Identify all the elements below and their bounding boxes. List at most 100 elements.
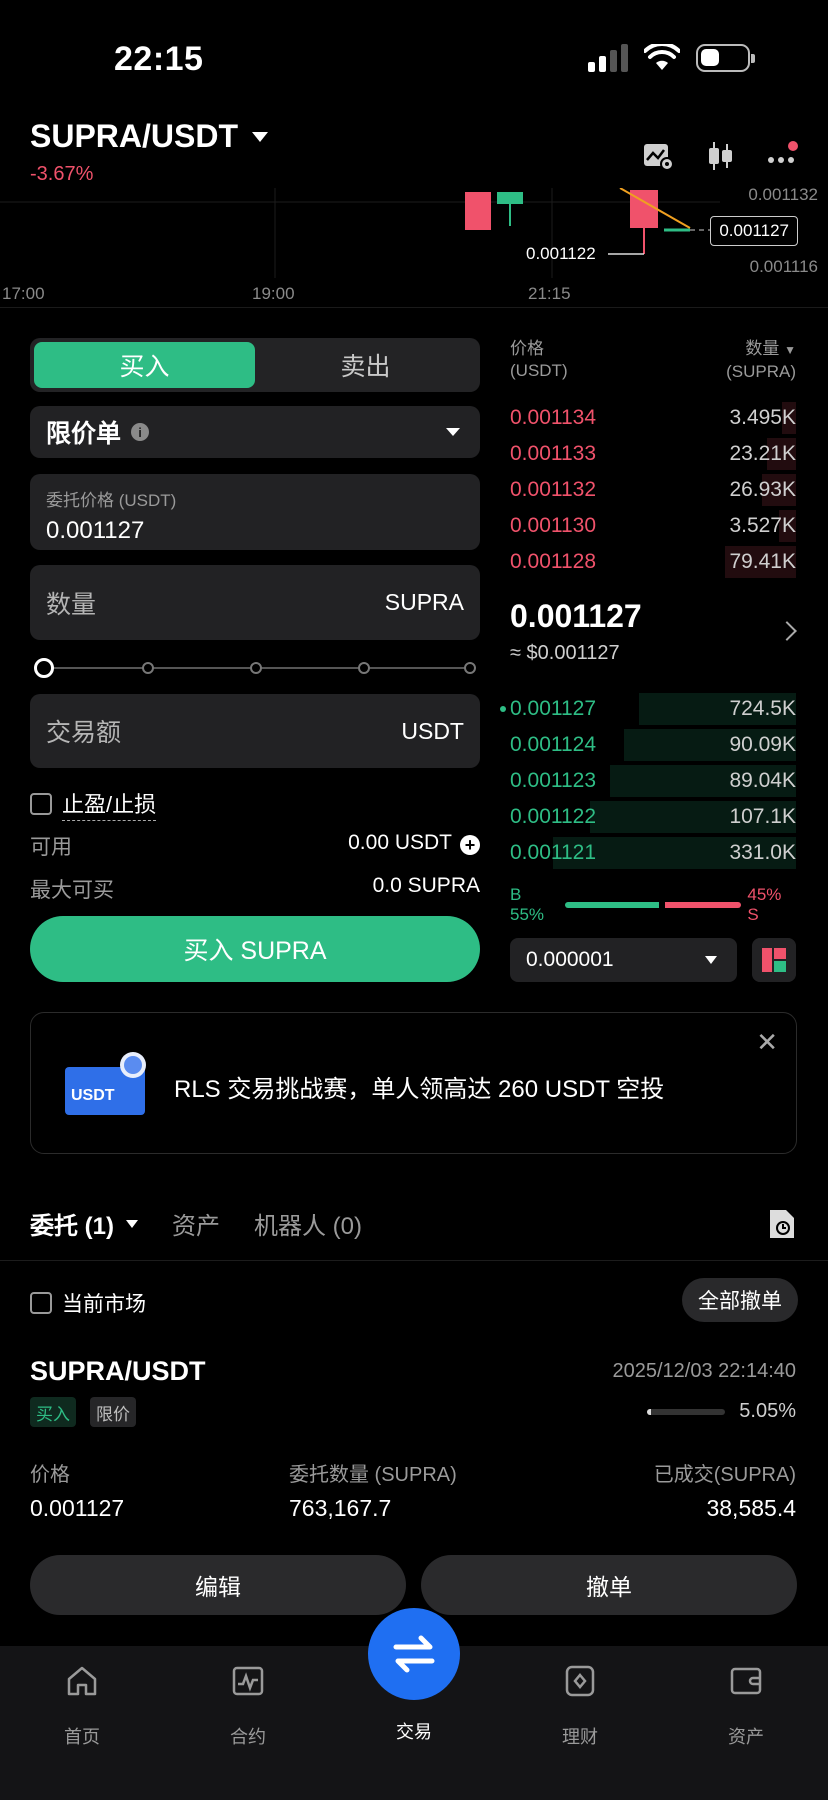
price-chart[interactable]: 0.001122 0.001127 (0, 187, 828, 308)
cancel-order-button[interactable]: 撤单 (421, 1555, 797, 1615)
max-buy-value: 0.0 SUPRA (372, 874, 480, 897)
nav-earn[interactable]: 理财 (520, 1646, 640, 1749)
bid-row[interactable]: 0.001124 90.09K (510, 727, 796, 763)
tab-assets[interactable]: 资产 (172, 1206, 220, 1241)
nav-home[interactable]: 首页 (22, 1646, 142, 1749)
edit-order-button[interactable]: 编辑 (30, 1555, 406, 1615)
orderbook-price: 0.001134 (510, 406, 597, 429)
available-label: 可用 (30, 836, 72, 859)
status-icons (588, 44, 755, 72)
bid-row[interactable]: 0.001121 331.0K (510, 835, 796, 871)
order-qty-value: 763,167.7 (289, 1495, 392, 1521)
orderbook-price: 0.001133 (510, 442, 597, 465)
slider-step[interactable] (250, 662, 262, 674)
quantity-input[interactable]: 数量 SUPRA (30, 565, 480, 640)
orderbook-qty-header[interactable]: 数量 ▼ (SUPRA) (726, 338, 796, 383)
price-input[interactable]: 委托价格 (USDT) 0.001127 (30, 474, 480, 550)
bid-row[interactable]: 0.001122 107.1K (510, 799, 796, 835)
ask-row[interactable]: 0.001128 79.41K (510, 544, 796, 580)
battery-icon (696, 44, 755, 72)
order-price-col: 价格 0.001127 (30, 1458, 124, 1522)
order-history-icon[interactable] (768, 1208, 796, 1240)
order-price-label: 价格 (30, 1464, 70, 1486)
bid-row[interactable]: 0.001123 89.04K (510, 763, 796, 799)
candlestick-icon[interactable] (704, 140, 736, 172)
orderbook-qty: 3.527K (729, 514, 796, 537)
qty-header: 数量 (745, 339, 780, 358)
buy-sell-tabs: 买入 卖出 (30, 338, 480, 392)
ask-row[interactable]: 0.001130 3.527K (510, 508, 796, 544)
more-icon[interactable] (766, 140, 798, 172)
available-value: 0.00 USDT (348, 831, 452, 854)
bid-row[interactable]: 0.001127 724.5K (500, 691, 796, 727)
ask-row[interactable]: 0.001133 23.21K (510, 436, 796, 472)
close-icon[interactable]: ✕ (756, 1027, 778, 1058)
tpsl-toggle[interactable]: 止盈/止损 (30, 787, 157, 821)
tab-sell[interactable]: 卖出 (255, 342, 476, 388)
tab-bots[interactable]: 机器人 (0) (254, 1206, 362, 1241)
slider-step[interactable] (142, 662, 154, 674)
order-filled-col: 已成交(SUPRA) 38,585.4 (654, 1458, 796, 1522)
tab-buy[interactable]: 买入 (34, 342, 255, 388)
precision-select[interactable]: 0.000001 (510, 938, 737, 982)
orderbook-price: 0.001132 (510, 478, 597, 501)
tab-orders[interactable]: 委托 (1) (30, 1206, 138, 1241)
tpsl-label: 止盈/止损 (62, 787, 157, 821)
order-type-select[interactable]: 限价单 i (30, 406, 480, 458)
chevron-right-icon[interactable] (777, 621, 797, 641)
chevron-down-icon (705, 956, 717, 964)
header-actions (642, 140, 798, 172)
info-icon[interactable]: i (131, 423, 150, 441)
nav-earn-label: 理财 (562, 1727, 598, 1747)
amount-unit: USDT (401, 717, 464, 744)
last-price: 0.001127 (510, 598, 642, 634)
order-price-value: 0.001127 (30, 1495, 125, 1521)
slider-step[interactable] (464, 662, 476, 674)
promo-badge: USDT (71, 1087, 115, 1104)
order-qty-label: 委托数量 (SUPRA) (289, 1464, 457, 1486)
current-market-checkbox[interactable] (30, 1292, 52, 1314)
available-value-wrap: 0.00 USDT + (348, 831, 480, 861)
current-market-label: 当前市场 (62, 1293, 146, 1316)
sell-ratio-label: 45% S (747, 885, 782, 924)
promo-banner[interactable]: USDT RLS 交易挑战赛，单人领高达 260 USDT 空投 ✕ (30, 1012, 797, 1154)
add-funds-icon[interactable]: + (460, 835, 480, 855)
quantity-unit: SUPRA (384, 589, 464, 615)
pair-title: SUPRA/USDT (30, 118, 239, 154)
price-unit: (USDT) (510, 361, 568, 380)
max-buy-row: 最大可买 0.0 SUPRA (30, 874, 480, 904)
price-change: -3.67% (30, 163, 94, 185)
pair-selector[interactable]: SUPRA/USDT (30, 118, 269, 155)
buy-ratio-label: B 55% (510, 885, 545, 924)
sell-ratio-bar (664, 902, 742, 908)
chevron-down-icon (126, 1219, 138, 1228)
price-input-value[interactable]: 0.001127 (46, 517, 464, 545)
quantity-slider[interactable] (34, 658, 476, 678)
slider-thumb[interactable] (34, 658, 54, 678)
cancel-all-button[interactable]: 全部撤单 (682, 1278, 798, 1322)
trade-fab-button[interactable] (368, 1608, 460, 1700)
nav-futures[interactable]: 合约 (188, 1646, 308, 1749)
nav-assets[interactable]: 资产 (686, 1646, 806, 1749)
wifi-icon (644, 44, 680, 70)
quantity-placeholder: 数量 (46, 590, 97, 619)
buy-button[interactable]: 买入 SUPRA (30, 916, 480, 982)
chart-settings-icon[interactable] (642, 140, 674, 172)
amount-input[interactable]: 交易额 USDT (30, 694, 480, 768)
ask-row[interactable]: 0.001132 26.93K (510, 472, 796, 508)
chevron-down-icon: ▼ (784, 343, 796, 357)
current-market-filter[interactable]: 当前市场 (30, 1288, 146, 1318)
tpsl-checkbox[interactable] (30, 793, 52, 815)
swap-arrows-icon (393, 1635, 435, 1673)
orderbook-price: 0.001130 (510, 514, 597, 537)
assets-icon (730, 1667, 762, 1695)
ask-row[interactable]: 0.001134 3.495K (510, 400, 796, 436)
price-header: 价格 (510, 339, 544, 358)
orderbook-qty: 107.1K (729, 805, 796, 828)
current-price-tag: 0.001127 (710, 216, 798, 246)
home-icon (67, 1666, 97, 1696)
slider-step[interactable] (358, 662, 370, 674)
status-bar: 22:15 (0, 0, 828, 110)
orderbook-layout-icon[interactable] (752, 938, 796, 982)
price-input-label: 委托价格 (USDT) (46, 491, 177, 510)
